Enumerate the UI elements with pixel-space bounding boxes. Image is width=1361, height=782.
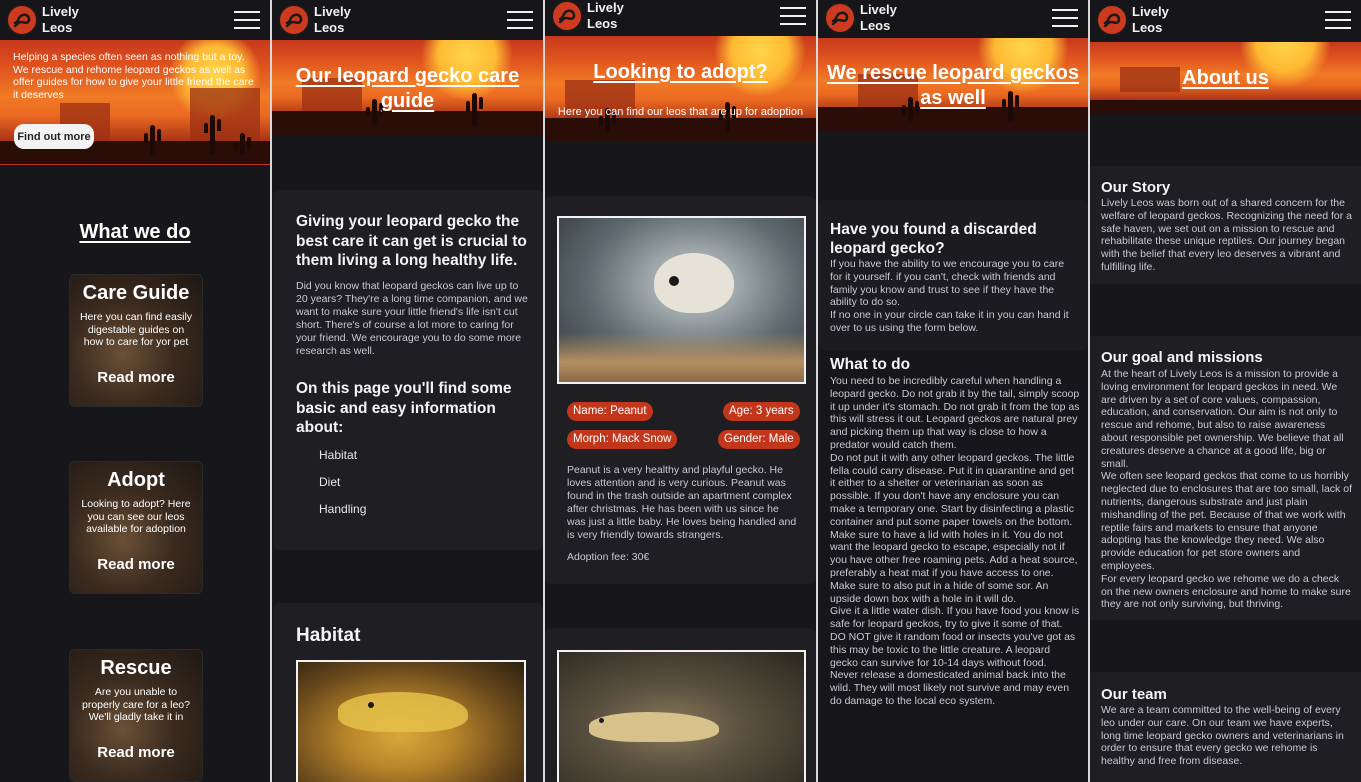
- page-title: Looking to adopt?: [593, 61, 768, 83]
- team-heading: Our team: [1101, 686, 1167, 703]
- rescue-page: Lively Leos We rescue leopard geckos as …: [818, 0, 1088, 782]
- site-header: Lively Leos: [272, 0, 543, 40]
- site-header: Lively Leos: [0, 0, 270, 40]
- gecko-logo-icon[interactable]: [1096, 4, 1128, 36]
- brand-line-2: Leos: [587, 16, 618, 31]
- care-guide-page: Lively Leos Our leopard gecko care guide…: [272, 0, 543, 782]
- gecko-logo-icon[interactable]: [278, 4, 310, 36]
- gecko-name-badge: Name: Peanut: [567, 402, 653, 421]
- site-header: Lively Leos: [1090, 0, 1361, 40]
- story-heading: Our Story: [1101, 179, 1171, 196]
- home-page: Lively Leos Helping a species often seen…: [0, 0, 270, 782]
- habitat-heading: Habitat: [296, 625, 361, 646]
- brand-line-1: Lively: [860, 2, 897, 17]
- gecko-photo: [557, 650, 806, 782]
- cactus-graphic: [204, 115, 221, 155]
- gecko-card[interactable]: Name: Peanut Age: 3 years Morph: Mack Sn…: [545, 196, 816, 584]
- brand-line-1: Lively: [587, 0, 624, 15]
- topics-list: Habitat Diet Handling: [319, 448, 366, 529]
- gecko-logo-icon[interactable]: [824, 2, 856, 34]
- intro-heading: Giving your leopard gecko the best care …: [296, 213, 527, 269]
- brand-line-2: Leos: [314, 20, 345, 35]
- team-paragraph: We are a team committed to the well-bein…: [1101, 704, 1344, 768]
- hamburger-menu-icon[interactable]: [234, 11, 260, 29]
- habitat-card: Habitat: [274, 603, 543, 782]
- gecko-card[interactable]: [545, 628, 816, 782]
- brand-name[interactable]: Lively Leos: [860, 2, 897, 34]
- find-out-more-button[interactable]: Find out more: [14, 124, 94, 149]
- read-more-link[interactable]: Read more: [70, 369, 202, 386]
- brand-line-2: Leos: [1132, 20, 1163, 35]
- page-title: About us: [1182, 67, 1269, 89]
- cactus-graphic: [234, 133, 251, 155]
- brand-line-2: Leos: [42, 20, 73, 35]
- adopt-page: Lively Leos Looking to adopt? Here you c…: [545, 0, 816, 782]
- tile-description: Looking to adopt? Here you can see our l…: [81, 498, 191, 536]
- story-paragraph: Lively Leos was born out of a shared con…: [1101, 197, 1352, 273]
- site-header: Lively Leos: [545, 0, 816, 36]
- page-title: Our leopard gecko care guide: [295, 65, 520, 112]
- topics-heading: On this page you'll find some basic and …: [296, 380, 512, 436]
- brand-line-1: Lively: [42, 4, 79, 19]
- tile-title: Rescue: [100, 657, 172, 679]
- read-more-link[interactable]: Read more: [70, 744, 202, 761]
- goal-heading: Our goal and missions: [1101, 349, 1263, 366]
- what-we-do-heading: What we do: [79, 221, 191, 243]
- brand-line-1: Lively: [314, 4, 351, 19]
- intro-paragraph: Did you know that leopard geckos can liv…: [296, 280, 528, 357]
- topic-link-habitat[interactable]: Habitat: [319, 448, 366, 462]
- goal-card: Our goal and missions At the heart of Li…: [1090, 336, 1361, 620]
- gecko-morph-badge: Morph: Mack Snow: [567, 430, 678, 449]
- hamburger-menu-icon[interactable]: [1052, 9, 1078, 27]
- goal-paragraph: At the heart of Lively Leos is a mission…: [1101, 368, 1352, 611]
- page-subtitle: Here you can find our leos that are up f…: [557, 106, 804, 118]
- discarded-gecko-card: Have you found a discarded leopard gecko…: [818, 200, 1088, 350]
- read-more-link[interactable]: Read more: [70, 556, 202, 573]
- what-to-do-heading: What to do: [830, 356, 911, 373]
- topic-link-diet[interactable]: Diet: [319, 475, 366, 489]
- brand-line-1: Lively: [1132, 4, 1169, 19]
- hamburger-menu-icon[interactable]: [780, 7, 806, 25]
- tile-description: Here you can find easily digestable guid…: [79, 311, 193, 349]
- tile-description: Are you unable to properly care for a le…: [82, 686, 190, 724]
- team-card: Our team We are a team committed to the …: [1090, 672, 1361, 782]
- habitat-gecko-photo: [296, 660, 526, 782]
- gecko-logo-icon[interactable]: [6, 4, 38, 36]
- topic-link-handling[interactable]: Handling: [319, 502, 366, 516]
- brand-line-2: Leos: [860, 18, 891, 33]
- discarded-paragraph: If you have the ability to we encourage …: [830, 258, 1069, 334]
- what-to-do-paragraph: You need to be incredibly careful when h…: [830, 375, 1080, 707]
- adoption-fee: Adoption fee: 30€: [567, 551, 650, 563]
- brand-name[interactable]: Lively Leos: [587, 0, 624, 32]
- adopt-tile[interactable]: Adopt Looking to adopt? Here you can see…: [69, 461, 203, 594]
- hero-banner: [545, 36, 816, 142]
- page-title: We rescue leopard geckos as well: [827, 62, 1079, 109]
- brand-name[interactable]: Lively Leos: [42, 4, 79, 36]
- screenshot-collage: Lively Leos Helping a species often seen…: [0, 0, 1361, 782]
- rescue-tile[interactable]: Rescue Are you unable to properly care f…: [69, 649, 203, 782]
- tile-title: Care Guide: [82, 282, 190, 304]
- brand-name[interactable]: Lively Leos: [314, 4, 351, 36]
- tile-title: Adopt: [107, 469, 165, 491]
- ground-graphic: [545, 118, 816, 142]
- ground-graphic: [272, 111, 543, 135]
- care-guide-tile[interactable]: Care Guide Here you can find easily dige…: [69, 274, 203, 407]
- about-page: Lively Leos About us Our Story Lively Le…: [1090, 0, 1361, 782]
- hamburger-menu-icon[interactable]: [507, 11, 533, 29]
- peanut-gecko-photo: [557, 216, 806, 384]
- site-header: Lively Leos: [818, 0, 1088, 38]
- gecko-age-badge: Age: 3 years: [723, 402, 800, 421]
- gecko-description: Peanut is a very healthy and playful gec…: [567, 464, 797, 541]
- cactus-graphic: [144, 125, 161, 155]
- story-card: Our Story Lively Leos was born out of a …: [1090, 166, 1361, 284]
- brand-name[interactable]: Lively Leos: [1132, 4, 1169, 36]
- ground-graphic: [1090, 100, 1361, 114]
- intro-card: Giving your leopard gecko the best care …: [274, 190, 543, 550]
- hamburger-menu-icon[interactable]: [1325, 11, 1351, 29]
- gecko-logo-icon[interactable]: [551, 0, 583, 32]
- hero-intro-text: Helping a species often seen as nothing …: [13, 51, 254, 102]
- discarded-heading: Have you found a discarded leopard gecko…: [830, 221, 1037, 257]
- gecko-gender-badge: Gender: Male: [718, 430, 800, 449]
